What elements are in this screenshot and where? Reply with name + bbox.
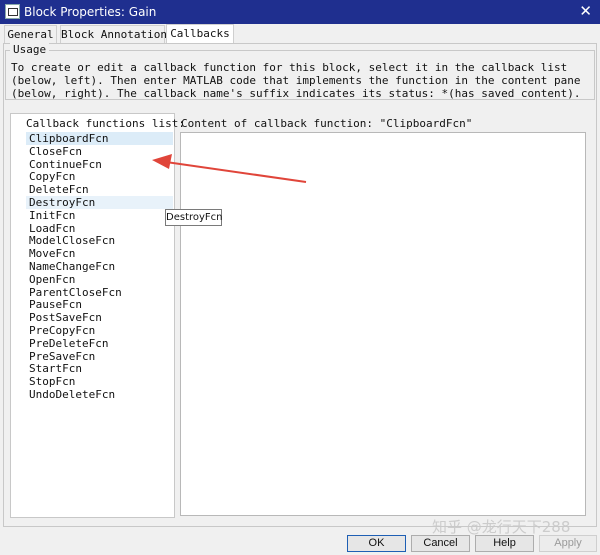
arrow-head [152, 154, 172, 169]
apply-button: Apply [539, 535, 597, 552]
cancel-button[interactable]: Cancel [411, 535, 470, 552]
arrow-shaft [165, 161, 307, 183]
ok-button[interactable]: OK [347, 535, 406, 552]
annotation-arrow [152, 154, 307, 183]
help-button[interactable]: Help [475, 535, 534, 552]
watermark: 知乎 @龙行天下288 [432, 518, 571, 536]
